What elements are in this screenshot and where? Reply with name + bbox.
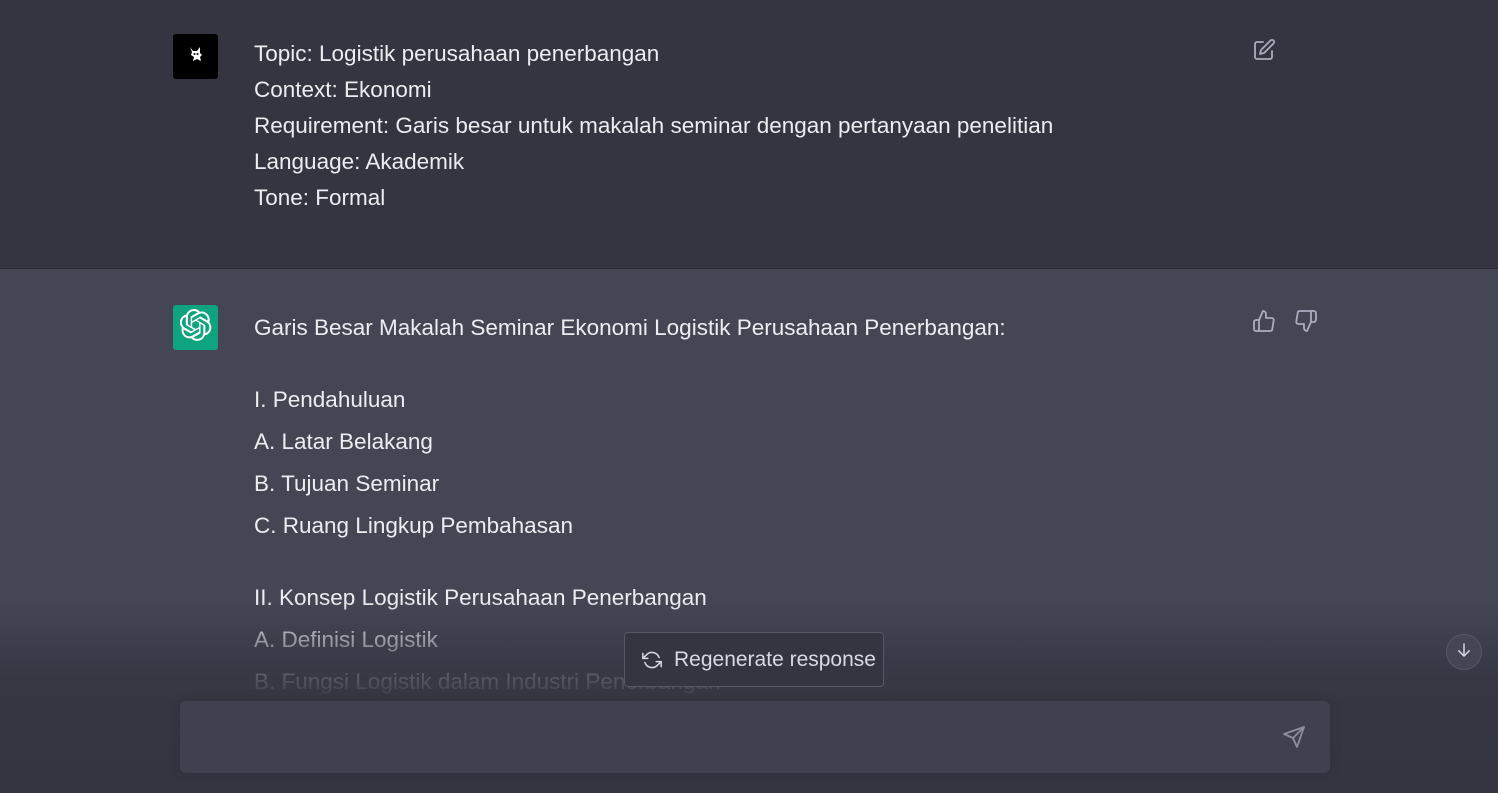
scroll-to-bottom-button[interactable]	[1446, 634, 1482, 670]
user-message-block: Topic: Logistik perusahaan penerbangan C…	[0, 0, 1498, 269]
assistant-avatar	[173, 305, 218, 350]
send-button[interactable]	[1278, 723, 1310, 755]
list-item: B. Tujuan Seminar	[254, 471, 440, 496]
thumbs-down-icon	[1294, 309, 1318, 338]
edit-message-button[interactable]	[1250, 38, 1278, 66]
openai-logo-icon	[179, 309, 212, 346]
thumbs-down-button[interactable]	[1292, 309, 1320, 337]
user-line-context: Context: Ekonomi	[254, 77, 432, 102]
message-composer	[180, 701, 1330, 773]
list-item: A. Latar Belakang	[254, 429, 433, 454]
regenerate-label: Regenerate response	[674, 647, 876, 671]
cat-avatar-icon	[185, 43, 207, 70]
user-avatar	[173, 34, 218, 79]
arrow-down-icon	[1455, 641, 1473, 664]
assistant-heading: Garis Besar Makalah Seminar Ekonomi Logi…	[254, 315, 1006, 340]
chat-page: Topic: Logistik perusahaan penerbangan C…	[0, 0, 1498, 793]
user-line-tone: Tone: Formal	[254, 185, 386, 210]
user-message-text: Topic: Logistik perusahaan penerbangan C…	[254, 36, 1053, 216]
send-icon	[1282, 725, 1306, 754]
user-line-language: Language: Akademik	[254, 149, 465, 174]
user-line-requirement: Requirement: Garis besar untuk makalah s…	[254, 113, 1054, 138]
refresh-icon	[642, 650, 662, 670]
user-line-topic: Topic: Logistik perusahaan penerbangan	[254, 41, 660, 66]
section-title: II. Konsep Logistik Perusahaan Penerbang…	[254, 585, 707, 610]
thumbs-up-button[interactable]	[1250, 309, 1278, 337]
thumbs-up-icon	[1252, 309, 1276, 338]
edit-icon	[1252, 38, 1276, 67]
message-input[interactable]	[200, 723, 1264, 757]
regenerate-response-button[interactable]: Regenerate response	[624, 632, 884, 687]
section-title: I. Pendahuluan	[254, 387, 406, 412]
list-item: C. Ruang Lingkup Pembahasan	[254, 513, 573, 538]
